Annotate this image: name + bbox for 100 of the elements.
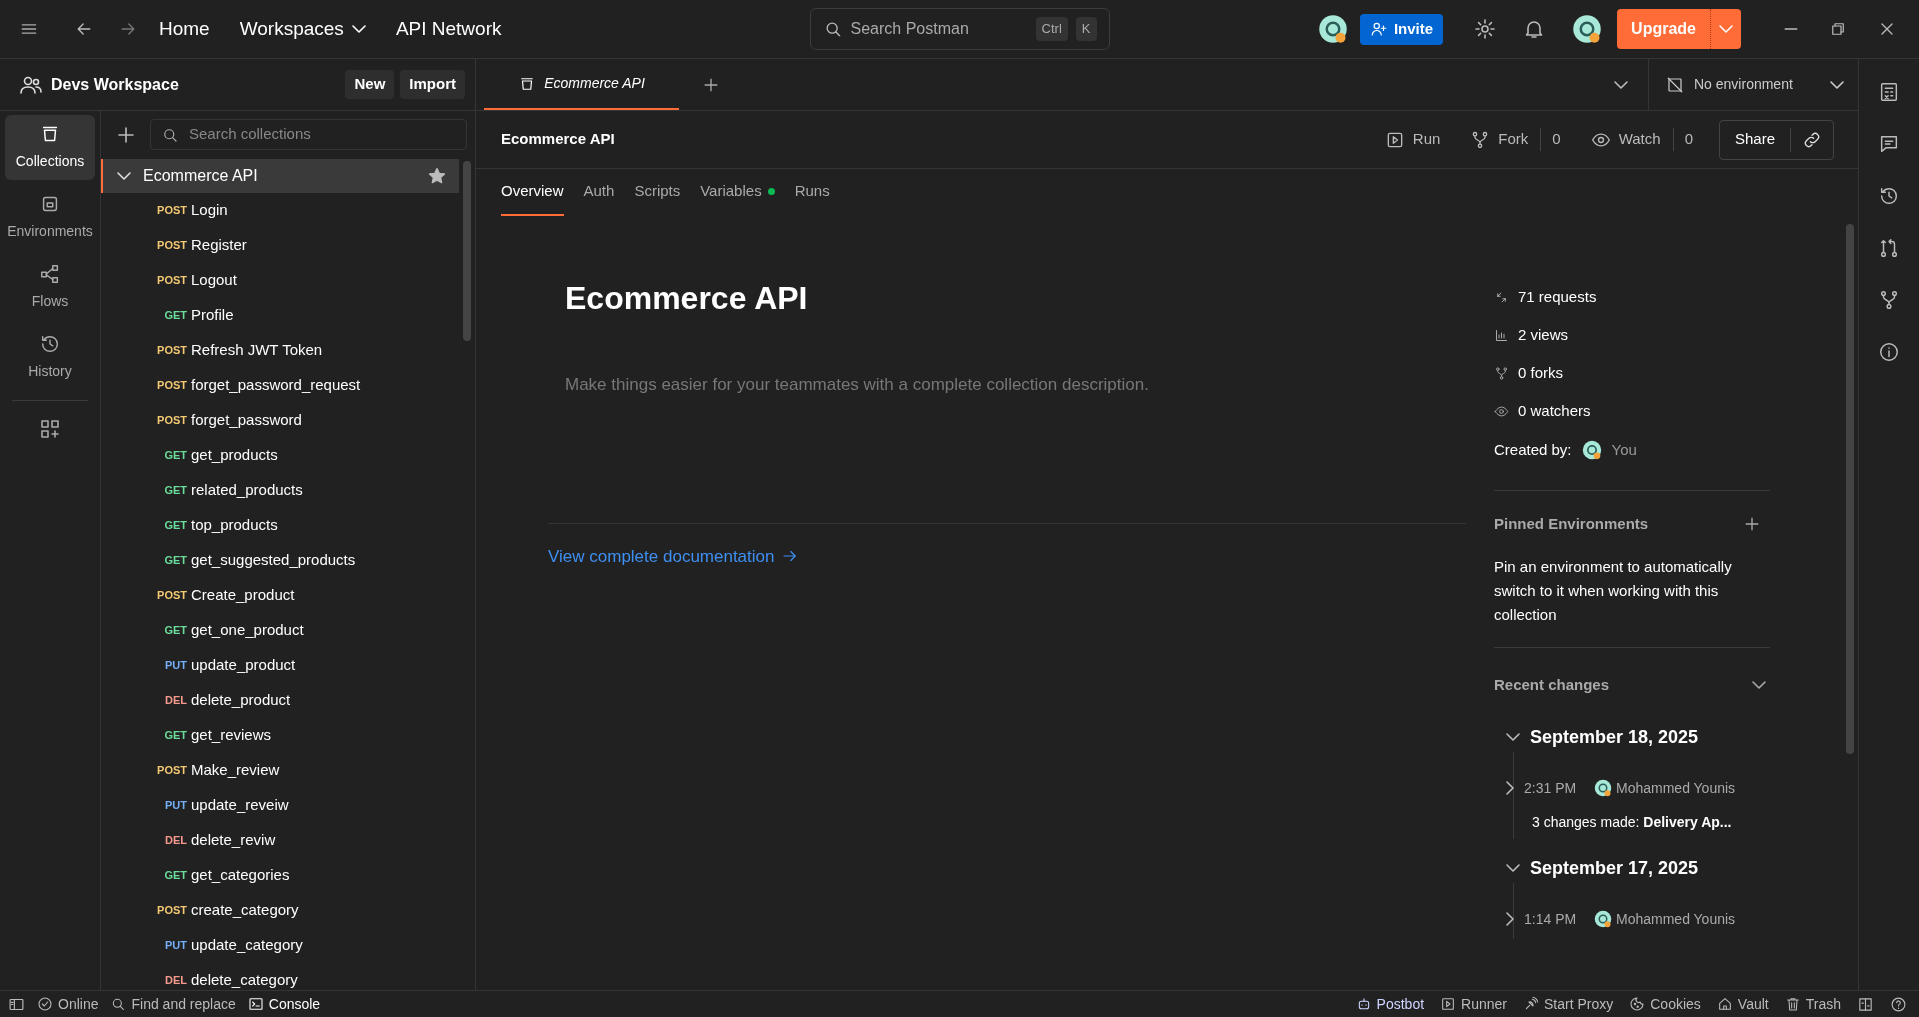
request-item[interactable]: GET get_products xyxy=(101,438,461,473)
request-item[interactable]: GET related_products xyxy=(101,473,461,508)
status-bar-item[interactable]: Cookies xyxy=(1629,993,1701,1015)
sub-tab[interactable]: Runs xyxy=(794,169,830,216)
runner-icon xyxy=(1440,996,1457,1012)
nav-link[interactable]: Home xyxy=(159,14,210,44)
workspace-button[interactable]: New xyxy=(345,70,395,99)
request-item[interactable]: POST Refresh JWT Token xyxy=(101,333,461,368)
add-apps-icon[interactable] xyxy=(38,417,62,441)
layout-icon[interactable] xyxy=(1857,995,1874,1013)
chevron-down-icon xyxy=(117,172,131,180)
settings-icon[interactable] xyxy=(1473,17,1498,41)
status-bar-item[interactable]: Start Proxy xyxy=(1523,993,1614,1015)
request-item[interactable]: DEL delete_reviw xyxy=(101,823,461,858)
request-item[interactable]: GET get_suggested_products xyxy=(101,543,461,578)
request-item[interactable]: DEL delete_product xyxy=(101,683,461,718)
star-icon[interactable] xyxy=(427,166,447,186)
request-item[interactable]: GET top_products xyxy=(101,508,461,543)
request-item[interactable]: GET get_reviews xyxy=(101,718,461,753)
shortcut-key: Ctrl xyxy=(1035,17,1068,41)
description-placeholder[interactable]: Make things easier for your teammates with a complete collection description. xyxy=(565,372,1466,398)
change-time: 2:31 PM xyxy=(1524,778,1578,798)
chevron-right-icon[interactable] xyxy=(1506,912,1514,926)
workspace-button[interactable]: Import xyxy=(400,70,465,99)
request-item[interactable]: POST Make_review xyxy=(101,753,461,788)
sidebar-nav-item[interactable]: Flows xyxy=(5,255,95,320)
request-item[interactable]: PUT update_reveiw xyxy=(101,788,461,823)
request-item[interactable]: POST create_category xyxy=(101,893,461,928)
watch-button[interactable]: Watch xyxy=(1590,128,1661,151)
change-author: Mohammed Younis xyxy=(1616,909,1736,929)
restore-icon[interactable] xyxy=(1829,20,1847,38)
chevron-down-icon xyxy=(1830,80,1844,89)
collection-title: Ecommerce API xyxy=(501,129,616,150)
flows-icon xyxy=(39,263,61,285)
request-item[interactable]: POST Create_product xyxy=(101,578,461,613)
avatar xyxy=(1594,779,1612,797)
scrollbar[interactable] xyxy=(463,161,471,341)
chevron-down-icon[interactable] xyxy=(1614,80,1628,89)
sidebar-nav-item[interactable]: Environments xyxy=(5,185,95,250)
vault-icon xyxy=(1716,996,1733,1012)
pinned-environments-text: Pin an environment to automatically switch to it when working with this collection xyxy=(1494,556,1733,625)
help-icon[interactable] xyxy=(1890,995,1907,1013)
search-collections-field[interactable]: Search collections xyxy=(150,119,467,150)
status-bar-item[interactable]: Online xyxy=(37,993,99,1015)
pull-request-icon[interactable] xyxy=(1878,237,1900,259)
status-bar-item[interactable]: Postbot xyxy=(1355,993,1425,1015)
status-bar-item[interactable]: Vault xyxy=(1716,993,1769,1015)
nav-link[interactable]: Workspaces xyxy=(239,14,366,44)
recent-changes-header[interactable]: Recent changes xyxy=(1494,673,1770,696)
request-item[interactable]: POST forget_password_request xyxy=(101,368,461,403)
avatar xyxy=(1317,14,1348,44)
sidebar-nav-item[interactable]: Collections xyxy=(5,115,95,180)
documentation-link[interactable]: View complete documentation xyxy=(548,543,799,569)
forks-icon xyxy=(1494,365,1509,381)
no-environment-icon xyxy=(1666,75,1684,94)
request-item[interactable]: POST Login xyxy=(101,193,461,228)
fork-icon[interactable] xyxy=(1878,289,1900,311)
invite-button[interactable]: Invite xyxy=(1359,13,1444,45)
status-bar-item[interactable]: Runner xyxy=(1440,993,1507,1015)
comment-icon[interactable] xyxy=(1878,133,1900,155)
search-field[interactable]: Search Postman Ctrl K xyxy=(809,8,1110,50)
sub-tab[interactable]: Overview xyxy=(501,169,564,216)
collection-item[interactable]: Ecommerce API xyxy=(101,159,459,193)
history-icon xyxy=(39,333,61,355)
change-author: Mohammed Younis xyxy=(1616,778,1736,798)
chevron-down-icon xyxy=(1752,680,1766,689)
fork-button[interactable]: Fork xyxy=(1470,128,1529,151)
avatar xyxy=(1581,440,1602,460)
date-group-header[interactable]: September 17, 2025 xyxy=(1506,853,1770,883)
overview-title: Ecommerce API xyxy=(565,279,809,318)
variables-icon[interactable] xyxy=(1878,81,1900,103)
workspace-name: Devs Workspace xyxy=(51,74,180,95)
cookies-icon xyxy=(1629,996,1646,1012)
environment-selector[interactable]: No environment xyxy=(1648,59,1858,110)
date-group-header[interactable]: September 18, 2025 xyxy=(1506,722,1770,752)
request-item[interactable]: PUT update_product xyxy=(101,648,461,683)
request-item[interactable]: PUT update_category xyxy=(101,928,461,963)
creator-name: You xyxy=(1611,439,1637,460)
run-button[interactable]: Run xyxy=(1384,128,1441,151)
request-item[interactable]: GET get_categories xyxy=(101,858,461,893)
history-icon[interactable] xyxy=(1878,185,1900,207)
request-item[interactable]: GET Profile xyxy=(101,298,461,333)
request-item[interactable]: POST Register xyxy=(101,228,461,263)
status-bar-item[interactable]: Trash xyxy=(1784,993,1841,1015)
info-icon[interactable] xyxy=(1878,341,1900,363)
search-placeholder: Search collections xyxy=(189,124,311,145)
sub-tab[interactable]: Scripts xyxy=(634,169,681,216)
scrollbar[interactable] xyxy=(1846,224,1854,754)
chevron-right-icon[interactable] xyxy=(1506,781,1514,795)
open-tab[interactable]: Ecommerce API xyxy=(484,59,679,110)
sub-tab[interactable]: Auth xyxy=(583,169,615,216)
watchers-icon xyxy=(1494,403,1509,419)
nav-link[interactable]: API Network xyxy=(395,14,502,44)
request-item[interactable]: GET get_one_product xyxy=(101,613,461,648)
chevron-down-icon xyxy=(351,25,366,33)
request-item[interactable]: POST Logout xyxy=(101,263,461,298)
request-item[interactable]: POST forget_password xyxy=(101,403,461,438)
sub-tab[interactable]: Variables xyxy=(700,169,775,216)
sidebar-nav-item[interactable]: History xyxy=(5,325,95,390)
online-icon xyxy=(37,996,53,1012)
